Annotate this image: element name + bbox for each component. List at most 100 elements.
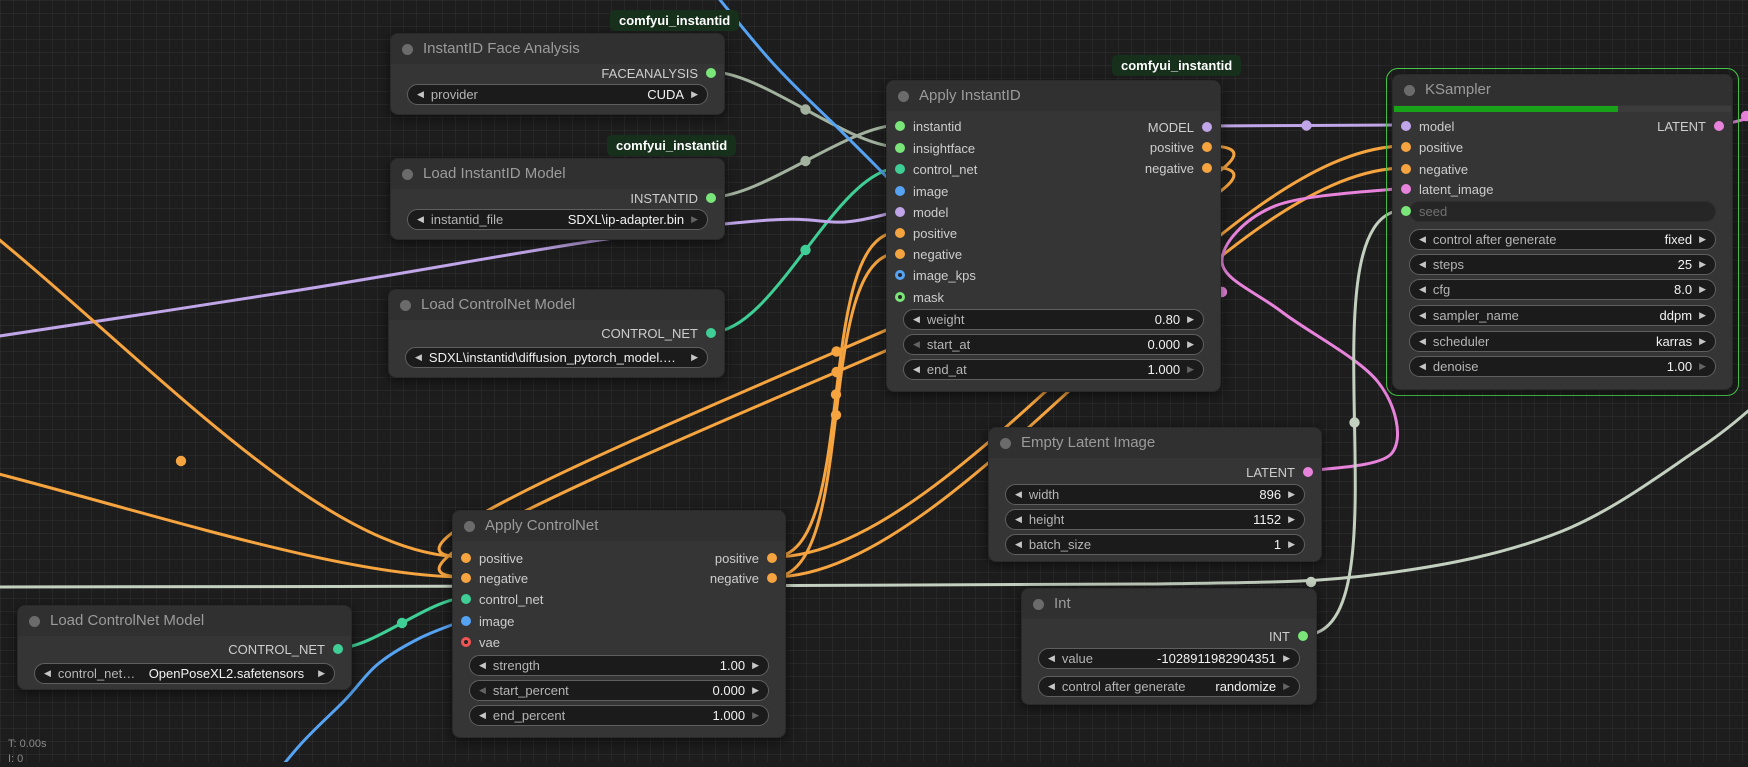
output-slot-faceanalysis[interactable]: FACEANALYSIS [601, 64, 716, 82]
widget-width[interactable]: ◀width896▶ [1005, 484, 1305, 505]
widget-value[interactable]: 1.00 [1667, 359, 1692, 374]
output-slot-latent[interactable]: LATENT [1657, 117, 1724, 135]
input-dot[interactable] [895, 186, 905, 196]
increment-arrow-icon[interactable]: ▶ [1699, 234, 1706, 245]
decrement-arrow-icon[interactable]: ◀ [1419, 310, 1426, 321]
widget-cfg[interactable]: ◀cfg8.0▶ [1409, 279, 1716, 300]
widget-value[interactable]: 0.000 [1148, 337, 1181, 352]
widget-steps[interactable]: ◀steps25▶ [1409, 254, 1716, 275]
input-dot[interactable] [1401, 206, 1411, 216]
decrement-arrow-icon[interactable]: ◀ [1419, 284, 1426, 295]
increment-arrow-icon[interactable]: ▶ [691, 89, 698, 100]
widget-control-after-generate[interactable]: ◀control after generaterandomize▶ [1038, 676, 1300, 697]
increment-arrow-icon[interactable]: ▶ [752, 660, 759, 671]
output-slot-latent[interactable]: LATENT [1246, 463, 1313, 481]
decrement-arrow-icon[interactable]: ◀ [913, 314, 920, 325]
node-titlebar[interactable]: InstantID Face Analysis [391, 34, 724, 64]
collapse-dot-icon[interactable] [898, 91, 909, 102]
node-apply-instantid[interactable]: Apply InstantIDMODELpositivenegativeinst… [886, 80, 1221, 392]
widget-value[interactable]: ddpm [1660, 308, 1693, 323]
node-titlebar[interactable]: Load ControlNet Model [389, 290, 724, 320]
input-slot-positive[interactable]: positive [1401, 138, 1463, 156]
node-load-controlnet-model-openpose[interactable]: Load ControlNet ModelCONTROL_NET◀control… [17, 605, 352, 690]
input-dot[interactable] [895, 121, 905, 131]
input-slot-image[interactable]: image [461, 612, 514, 630]
decrement-arrow-icon[interactable]: ◀ [1048, 681, 1055, 692]
input-slot-positive[interactable]: positive [895, 224, 957, 242]
output-dot[interactable] [1202, 122, 1212, 132]
node-titlebar[interactable]: Apply InstantID [887, 81, 1220, 111]
input-slot-positive[interactable]: positive [461, 549, 523, 567]
widget-sampler-name[interactable]: ◀sampler_nameddpm▶ [1409, 305, 1716, 326]
collapse-dot-icon[interactable] [1033, 599, 1044, 610]
increment-arrow-icon[interactable]: ▶ [752, 685, 759, 696]
widget-seed[interactable]: seed [1409, 201, 1716, 222]
output-dot[interactable] [1303, 467, 1313, 477]
collapse-dot-icon[interactable] [400, 300, 411, 311]
input-dot[interactable] [1401, 121, 1411, 131]
decrement-arrow-icon[interactable]: ◀ [1015, 539, 1022, 550]
input-dot[interactable] [461, 573, 471, 583]
increment-arrow-icon[interactable]: ▶ [1283, 681, 1290, 692]
output-slot-control_net[interactable]: CONTROL_NET [601, 324, 716, 342]
input-dot[interactable] [1401, 184, 1411, 194]
node-titlebar[interactable]: KSampler [1393, 75, 1732, 105]
decrement-arrow-icon[interactable]: ◀ [1419, 259, 1426, 270]
input-dot[interactable] [895, 207, 905, 217]
input-dot[interactable] [895, 228, 905, 238]
node-titlebar[interactable]: Load InstantID Model [391, 159, 724, 189]
output-dot[interactable] [767, 573, 777, 583]
widget-provider[interactable]: ◀providerCUDA▶ [407, 84, 708, 105]
graph-canvas[interactable]: T: 0.00s I: 0 InstantID Face AnalysisFAC… [0, 0, 1748, 762]
decrement-arrow-icon[interactable]: ◀ [415, 352, 422, 363]
widget-value[interactable]: 1152 [1253, 512, 1281, 527]
widget-value[interactable]: ◀value-1028911982904351▶ [1038, 648, 1300, 669]
output-dot[interactable] [1202, 142, 1212, 152]
output-dot[interactable] [706, 193, 716, 203]
collapse-dot-icon[interactable] [1000, 438, 1011, 449]
output-slot-negative[interactable]: negative [1145, 159, 1212, 177]
widget-start-percent[interactable]: ◀start_percent0.000▶ [469, 680, 769, 701]
increment-arrow-icon[interactable]: ▶ [691, 214, 698, 225]
input-dot[interactable] [895, 292, 905, 302]
output-slot-control_net[interactable]: CONTROL_NET [228, 640, 343, 658]
input-dot[interactable] [461, 553, 471, 563]
node-ksampler[interactable]: KSamplerLATENTmodelpositivenegativelaten… [1392, 74, 1733, 390]
input-dot[interactable] [1401, 142, 1411, 152]
widget-value[interactable]: 1.00 [720, 658, 745, 673]
node-apply-controlnet[interactable]: Apply ControlNetpositivenegativepositive… [452, 510, 786, 738]
output-slot-model[interactable]: MODEL [1148, 118, 1212, 136]
increment-arrow-icon[interactable]: ▶ [1288, 514, 1295, 525]
widget-value[interactable]: karras [1656, 334, 1692, 349]
widget-strength[interactable]: ◀strength1.00▶ [469, 655, 769, 676]
output-slot-negative[interactable]: negative [710, 569, 777, 587]
output-slot-positive[interactable]: positive [715, 549, 777, 567]
input-slot-mask[interactable]: mask [895, 288, 944, 306]
input-slot-insightface[interactable]: insightface [895, 139, 975, 157]
input-slot-latent_image[interactable]: latent_image [1401, 180, 1493, 198]
input-slot-control_net[interactable]: control_net [895, 160, 977, 178]
input-slot-negative[interactable]: negative [1401, 160, 1468, 178]
widget-value[interactable]: 1 [1274, 537, 1281, 552]
widget-value[interactable]: 0.000 [713, 683, 746, 698]
widget-value[interactable]: 896 [1259, 487, 1281, 502]
widget-value[interactable]: CUDA [647, 87, 684, 102]
decrement-arrow-icon[interactable]: ◀ [1419, 234, 1426, 245]
node-instantid-face-analysis[interactable]: InstantID Face AnalysisFACEANALYSIS◀prov… [390, 33, 725, 115]
widget-value[interactable]: 0.80 [1155, 312, 1180, 327]
decrement-arrow-icon[interactable]: ◀ [1419, 361, 1426, 372]
widget-value[interactable]: randomize [1215, 679, 1276, 694]
node-load-controlnet-model-instantid[interactable]: Load ControlNet ModelCONTROL_NET◀SDXL\in… [388, 289, 725, 378]
output-dot[interactable] [1714, 121, 1724, 131]
collapse-dot-icon[interactable] [29, 616, 40, 627]
decrement-arrow-icon[interactable]: ◀ [479, 710, 486, 721]
decrement-arrow-icon[interactable]: ◀ [479, 685, 486, 696]
widget-denoise[interactable]: ◀denoise1.00▶ [1409, 356, 1716, 377]
input-slot-image_kps[interactable]: image_kps [895, 266, 976, 284]
decrement-arrow-icon[interactable]: ◀ [1048, 653, 1055, 664]
widget-value[interactable]: 1.000 [713, 708, 746, 723]
decrement-arrow-icon[interactable]: ◀ [913, 364, 920, 375]
collapse-dot-icon[interactable] [402, 169, 413, 180]
increment-arrow-icon[interactable]: ▶ [691, 352, 698, 363]
increment-arrow-icon[interactable]: ▶ [1283, 653, 1290, 664]
